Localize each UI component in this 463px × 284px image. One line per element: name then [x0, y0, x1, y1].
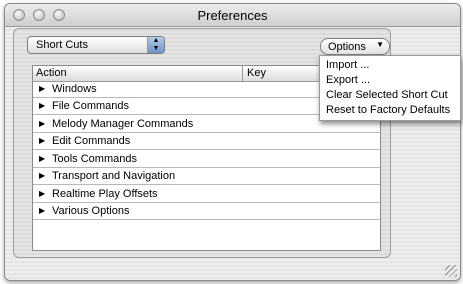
disclosure-triangle-icon[interactable]: ▶ [39, 84, 45, 93]
row-label: Tools Commands [52, 153, 137, 165]
row-label: Edit Commands [52, 135, 131, 147]
row-label: Windows [52, 83, 97, 95]
row-label: Realtime Play Offsets [52, 188, 158, 200]
row-label: Various Options [52, 205, 130, 217]
menu-item-clear-selected-short-cut[interactable]: Clear Selected Short Cut [326, 89, 448, 101]
window-title: Preferences [197, 8, 268, 23]
disclosure-triangle-icon[interactable]: ▶ [39, 171, 45, 180]
disclosure-triangle-icon[interactable]: ▶ [39, 101, 45, 110]
row-label: Transport and Navigation [52, 170, 176, 182]
table-row[interactable]: ▶ Realtime Play Offsets [33, 187, 380, 203]
up-down-arrows-icon: ▲ ▼ [147, 37, 164, 53]
disclosure-triangle-icon[interactable]: ▶ [39, 119, 45, 128]
menu-item-reset-to-factory-defaults[interactable]: Reset to Factory Defaults [326, 104, 450, 116]
table-row[interactable]: ▶ Edit Commands [33, 134, 380, 150]
table-row[interactable]: ▶ Tools Commands [33, 152, 380, 168]
title-bar[interactable]: Preferences [5, 4, 460, 27]
category-popup-button[interactable]: Short Cuts ▲ ▼ [27, 36, 165, 54]
menu-item-import[interactable]: Import ... [326, 59, 369, 71]
disclosure-triangle-icon[interactable]: ▶ [39, 189, 45, 198]
row-label: File Commands [52, 100, 130, 112]
options-dropdown-menu: Import ... Export ... Clear Selected Sho… [319, 55, 461, 121]
disclosure-triangle-icon[interactable]: ▶ [39, 154, 45, 163]
menu-item-export[interactable]: Export ... [326, 74, 370, 86]
table-row[interactable]: ▶ Various Options [33, 204, 380, 220]
column-header-action[interactable]: Action [36, 67, 67, 79]
options-label: Options [328, 41, 366, 53]
resize-grip[interactable] [445, 265, 457, 277]
category-popup-label: Short Cuts [36, 39, 88, 51]
options-menu-button[interactable]: Options ▼ [320, 38, 390, 55]
disclosure-triangle-icon[interactable]: ▶ [39, 206, 45, 215]
disclosure-triangle-icon[interactable]: ▶ [39, 136, 45, 145]
chevron-down-icon: ▼ [376, 40, 384, 49]
column-divider[interactable] [242, 66, 243, 81]
table-row[interactable]: ▶ Transport and Navigation [33, 169, 380, 185]
row-label: Melody Manager Commands [52, 118, 194, 130]
column-header-key[interactable]: Key [247, 67, 266, 79]
